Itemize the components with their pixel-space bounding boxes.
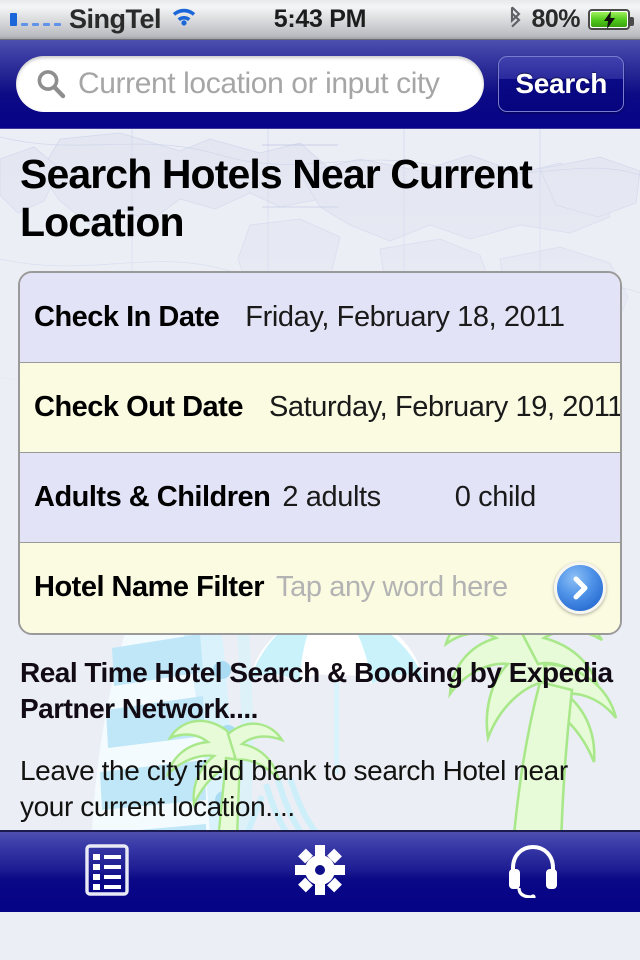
wifi-icon: [169, 5, 199, 34]
copy-headline: Real Time Hotel Search & Booking by Expe…: [20, 656, 613, 724]
children-count-value: 0 child: [454, 480, 536, 513]
tab-settings[interactable]: [213, 832, 426, 912]
check-in-date-row[interactable]: Check In Date Friday, February 18, 2011: [20, 272, 620, 363]
bluetooth-icon: [507, 4, 523, 35]
carrier-name: SingTel: [69, 4, 162, 34]
chevron-right-circle-icon[interactable]: [554, 561, 606, 614]
status-bar-left: SingTel: [10, 4, 199, 35]
navigation-bar: Current location or input city Search: [0, 40, 640, 129]
check-out-date-row[interactable]: Check Out Date Saturday, February 19, 20…: [20, 362, 622, 453]
check-out-date-value: Saturday, February 19, 2011: [268, 390, 622, 423]
search-icon: [34, 67, 68, 101]
battery-charging-icon: [588, 9, 634, 30]
adults-count-value: 2 adults: [282, 480, 381, 513]
adults-children-row[interactable]: Adults & Children 2 adults 0 child: [20, 452, 620, 543]
battery-percent: 80%: [531, 5, 580, 33]
check-in-date-value: Friday, February 18, 2011: [245, 300, 565, 333]
status-bar: SingTel 5:43 PM 80%: [0, 0, 640, 40]
bottom-tab-bar: [0, 830, 640, 912]
search-input[interactable]: Current location or input city: [16, 56, 485, 112]
hotel-name-filter-placeholder: Tap any word here: [276, 571, 508, 604]
tab-support[interactable]: [427, 832, 640, 912]
adults-children-label: Adults & Children: [34, 480, 271, 513]
search-input-placeholder: Current location or input city: [78, 67, 440, 100]
check-in-date-label: Check In Date: [34, 300, 220, 333]
status-bar-right: 80%: [507, 4, 634, 35]
search-form-panel: Check In Date Friday, February 18, 2011 …: [18, 270, 622, 635]
list-icon: [84, 843, 130, 902]
main-content: Search Hotels Near Current Location Chec…: [0, 129, 640, 912]
copy-body: Leave the city field blank to search Hot…: [20, 754, 568, 822]
check-out-date-label: Check Out Date: [34, 390, 243, 423]
headset-icon: [507, 842, 559, 903]
search-button[interactable]: Search: [498, 56, 624, 112]
hotel-name-filter-label: Hotel Name Filter: [34, 571, 265, 604]
gear-icon: [294, 844, 346, 901]
page-title: Search Hotels Near Current Location: [20, 151, 533, 245]
info-copy: Real Time Hotel Search & Booking by Expe…: [0, 635, 640, 825]
signal-bars-icon: [10, 12, 61, 28]
hotel-name-filter-row[interactable]: Hotel Name Filter Tap any word here: [20, 542, 620, 633]
tab-list[interactable]: [0, 832, 213, 912]
status-clock: 5:43 PM: [273, 5, 367, 33]
